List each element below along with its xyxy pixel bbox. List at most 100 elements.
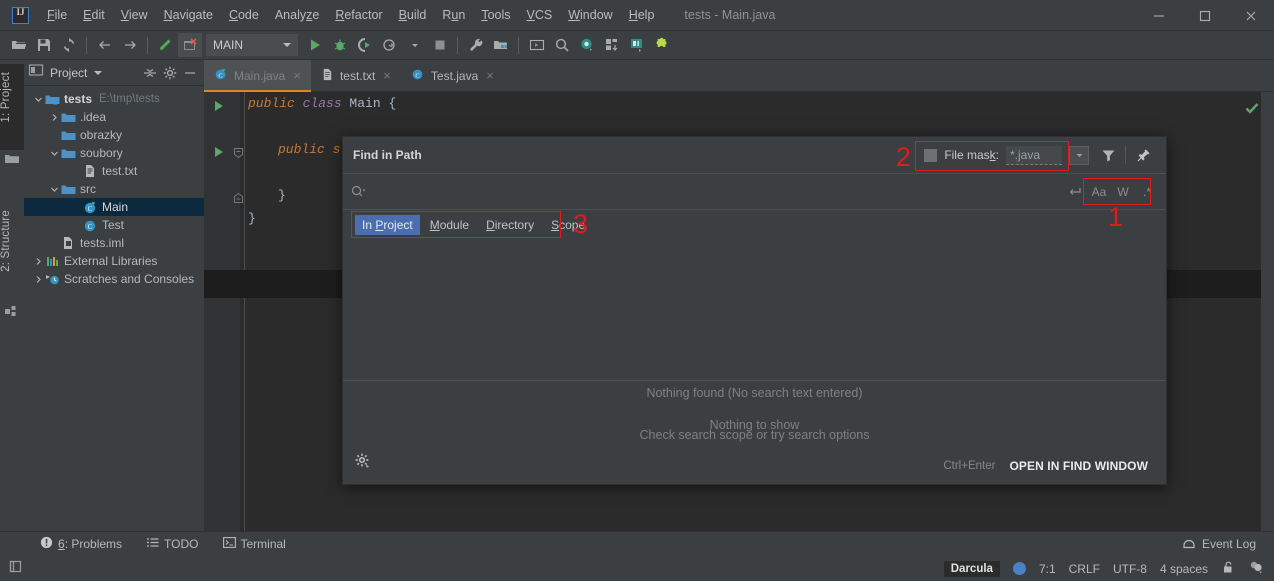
bottom-tab-terminal[interactable]: Terminal: [211, 536, 298, 552]
run-method-marker-icon[interactable]: [214, 146, 224, 162]
file-mask-dropdown-chevron-down-icon[interactable]: [1069, 146, 1089, 165]
search-everywhere-icon[interactable]: [549, 33, 574, 58]
close-active-tab-icon[interactable]: [178, 33, 202, 57]
menu-run[interactable]: Run: [434, 5, 473, 25]
indent-setting[interactable]: 4 spaces: [1160, 562, 1208, 576]
editor-tab-main-java[interactable]: C Main.java ×: [204, 60, 311, 91]
layout-icon[interactable]: [599, 33, 624, 58]
tree-node-tests[interactable]: tests E:\tmp\tests: [24, 90, 204, 108]
new-line-icon[interactable]: [1064, 181, 1086, 203]
sync-icon[interactable]: [56, 33, 81, 58]
tree-node-test[interactable]: C Test: [24, 216, 204, 234]
regex-toggle[interactable]: .*: [1136, 181, 1158, 203]
debug-icon[interactable]: [327, 33, 352, 58]
close-icon[interactable]: ×: [486, 68, 494, 83]
database-icon[interactable]: [624, 33, 649, 58]
bottom-tab-problems[interactable]: 6: Problems: [28, 536, 134, 552]
branch-selector[interactable]: MAIN: [206, 34, 298, 56]
file-encoding[interactable]: UTF-8: [1113, 562, 1147, 576]
maximize-icon[interactable]: [1182, 0, 1228, 31]
theme-indicator[interactable]: Darcula: [944, 561, 1000, 577]
menu-window[interactable]: Window: [560, 5, 620, 25]
fold-minus-icon[interactable]: [234, 147, 243, 162]
close-icon[interactable]: ×: [383, 68, 391, 83]
menu-edit[interactable]: Edit: [75, 5, 113, 25]
pin-icon[interactable]: [1130, 142, 1156, 168]
rollback-icon[interactable]: [153, 33, 178, 58]
chevron-down-icon[interactable]: [94, 71, 102, 75]
editor-marker-strip[interactable]: [1261, 92, 1274, 531]
caret-position[interactable]: 7:1: [1039, 562, 1056, 576]
find-settings-gear-icon[interactable]: [355, 453, 371, 474]
settings-wrench-icon[interactable]: [463, 33, 488, 58]
plugin-icon[interactable]: [649, 33, 674, 58]
close-icon[interactable]: [1228, 0, 1274, 31]
save-all-icon[interactable]: [31, 33, 56, 58]
menu-analyze[interactable]: Analyze: [267, 5, 327, 25]
chevron-down-icon[interactable]: [48, 185, 60, 194]
chevron-right-icon[interactable]: [32, 257, 44, 266]
back-arrow-icon[interactable]: [92, 33, 117, 58]
menu-tools[interactable]: Tools: [473, 5, 518, 25]
run-coverage-icon[interactable]: [352, 33, 377, 58]
collapse-all-icon[interactable]: [140, 63, 160, 83]
ok-check-icon[interactable]: [1244, 100, 1260, 120]
match-case-toggle[interactable]: Aa: [1088, 181, 1110, 203]
minimize-icon[interactable]: [1136, 0, 1182, 31]
find-results-panel[interactable]: Nothing found (No search text entered) C…: [343, 239, 1166, 381]
scope-in-project[interactable]: In Project: [355, 215, 420, 235]
filter-icon[interactable]: [1095, 142, 1121, 168]
chevron-down-icon[interactable]: [32, 95, 44, 104]
menu-file[interactable]: File: [39, 5, 75, 25]
event-log-button[interactable]: Event Log: [1182, 536, 1274, 553]
scope-module[interactable]: Module: [423, 215, 476, 235]
tree-node-src[interactable]: src: [24, 180, 204, 198]
file-mask-checkbox[interactable]: [924, 149, 937, 162]
record-icon[interactable]: [574, 33, 599, 58]
sidebar-tab-structure[interactable]: 2: Structure: [0, 202, 24, 280]
menu-build[interactable]: Build: [391, 5, 435, 25]
sidebar-tab-project[interactable]: 1: Project: [0, 64, 24, 131]
open-in-find-window-button[interactable]: OPEN IN FIND WINDOW: [1009, 459, 1148, 473]
line-separator[interactable]: CRLF: [1069, 562, 1100, 576]
run-icon[interactable]: [302, 33, 327, 58]
editor-tab-test-txt[interactable]: test.txt ×: [311, 60, 401, 91]
menu-code[interactable]: Code: [221, 5, 267, 25]
tree-node-tests-iml[interactable]: tests.iml: [24, 234, 204, 252]
hide-icon[interactable]: [180, 63, 200, 83]
menu-navigate[interactable]: Navigate: [156, 5, 221, 25]
chevron-down-icon[interactable]: [48, 149, 60, 158]
project-structure-icon[interactable]: [488, 33, 513, 58]
run-line-marker-icon[interactable]: [214, 100, 224, 116]
theme-color-dot[interactable]: [1013, 562, 1026, 575]
toggle-toolbar-icon[interactable]: [8, 559, 23, 579]
bottom-tab-todo[interactable]: TODO: [134, 536, 210, 552]
editor-tab-test-java[interactable]: C Test.java ×: [401, 60, 504, 91]
tree-node-obrazky[interactable]: obrazky: [24, 126, 204, 144]
menu-vcs[interactable]: VCS: [519, 5, 561, 25]
stop-icon[interactable]: [427, 33, 452, 58]
fold-end-icon[interactable]: [234, 192, 243, 207]
chevron-right-icon[interactable]: [32, 275, 44, 284]
words-toggle[interactable]: W: [1112, 181, 1134, 203]
menu-help[interactable]: Help: [621, 5, 663, 25]
tree-node-main[interactable]: C Main: [24, 198, 204, 216]
open-folder-icon[interactable]: [6, 33, 31, 58]
unlock-icon[interactable]: [1221, 560, 1235, 577]
menu-view[interactable]: View: [113, 5, 156, 25]
menu-refactor[interactable]: Refactor: [327, 5, 390, 25]
tree-node-idea[interactable]: .idea: [24, 108, 204, 126]
close-icon[interactable]: ×: [293, 68, 301, 83]
tree-node-soubory[interactable]: soubory: [24, 144, 204, 162]
gear-icon[interactable]: [160, 63, 180, 83]
chevron-down-icon[interactable]: [402, 33, 427, 58]
file-mask-input[interactable]: [1006, 146, 1062, 165]
chevron-right-icon[interactable]: [48, 113, 60, 122]
search-input[interactable]: [371, 183, 1064, 200]
tree-node-test-txt[interactable]: test.txt: [24, 162, 204, 180]
inspection-profile-icon[interactable]: [1248, 559, 1264, 578]
forward-arrow-icon[interactable]: [117, 33, 142, 58]
search-dropdown-icon[interactable]: [351, 185, 371, 199]
console-icon[interactable]: [524, 33, 549, 58]
scope-directory[interactable]: Directory: [479, 215, 541, 235]
